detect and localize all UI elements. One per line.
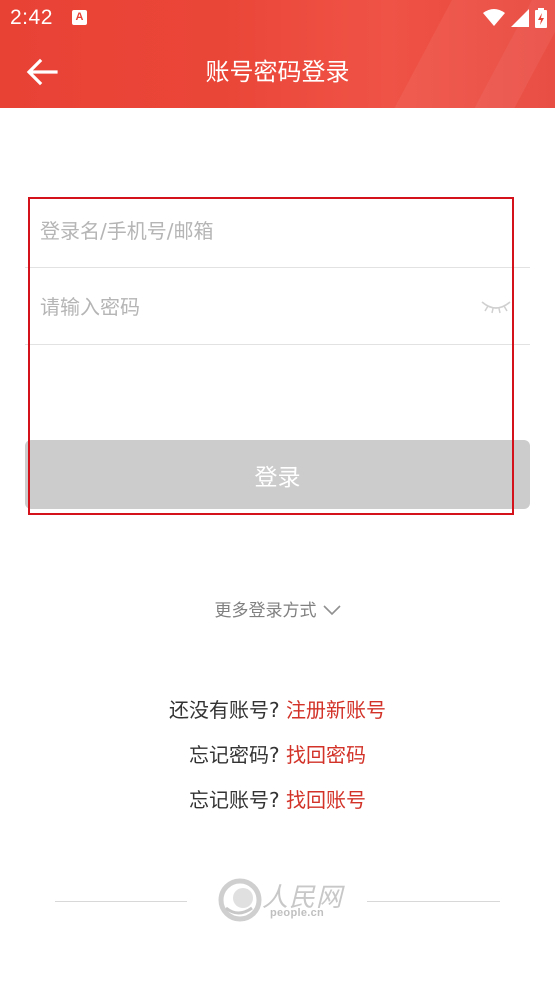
status-icons xyxy=(483,8,547,28)
signal-icon xyxy=(511,9,529,27)
forgot-password-link[interactable]: 找回密码 xyxy=(286,743,366,767)
more-login-label: 更多登录方式 xyxy=(214,601,317,621)
password-field-wrapper xyxy=(25,270,530,345)
status-time: 2:42 xyxy=(10,6,53,29)
login-button[interactable]: 登录 xyxy=(25,440,530,509)
forgot-password-prefix: 忘记密码? xyxy=(189,743,280,767)
register-row: 还没有账号? 注册新账号 xyxy=(0,694,555,723)
register-link[interactable]: 注册新账号 xyxy=(286,698,386,722)
forgot-password-row: 忘记密码? 找回密码 xyxy=(0,739,555,768)
page-title: 账号密码登录 xyxy=(205,58,350,86)
battery-icon xyxy=(535,8,547,28)
notification-icon: A xyxy=(72,10,87,25)
chevron-down-icon xyxy=(322,601,341,621)
footer-divider-left xyxy=(55,901,187,902)
password-visibility-toggle[interactable] xyxy=(480,296,512,318)
eye-closed-icon xyxy=(481,301,511,314)
register-prefix: 还没有账号? xyxy=(169,698,280,722)
more-login-options[interactable]: 更多登录方式 xyxy=(0,596,555,621)
people-logo-icon xyxy=(218,878,262,922)
footer-divider-right xyxy=(367,901,500,902)
logo-subtext: people.cn xyxy=(270,907,325,919)
password-input[interactable] xyxy=(25,270,530,344)
forgot-account-prefix: 忘记账号? xyxy=(189,788,280,812)
wifi-icon xyxy=(483,9,505,26)
app-header: 2:42 A 账号密码登录 xyxy=(0,0,555,108)
forgot-account-link[interactable]: 找回账号 xyxy=(286,788,366,812)
username-field-wrapper xyxy=(25,194,530,268)
forgot-account-row: 忘记账号? 找回账号 xyxy=(0,784,555,813)
username-input[interactable] xyxy=(25,194,530,267)
